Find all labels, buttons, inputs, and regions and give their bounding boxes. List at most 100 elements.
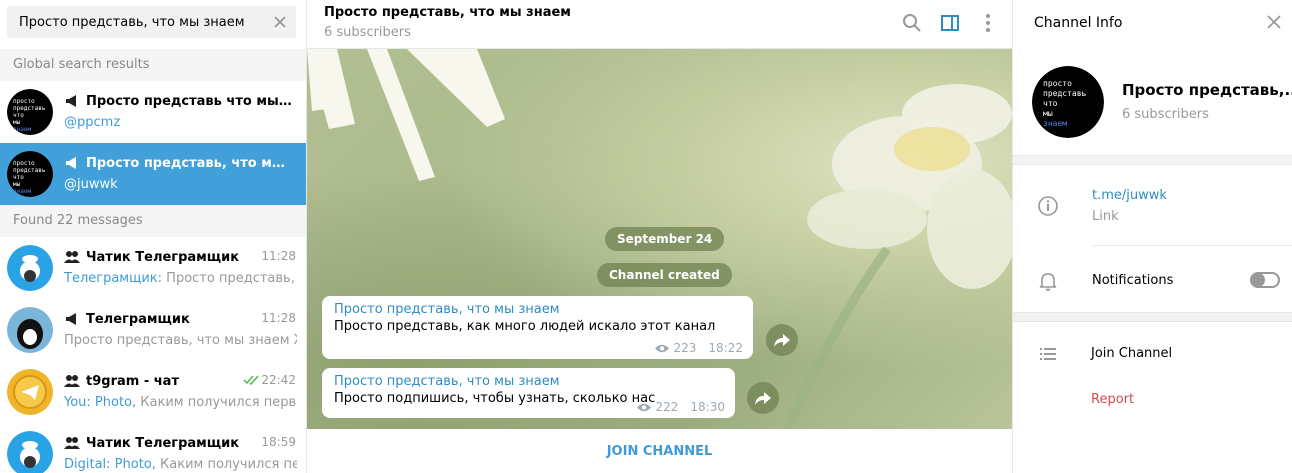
- megaphone-icon: [66, 313, 76, 325]
- bell-icon: [1039, 273, 1057, 291]
- chat-subscribers: 6 subscribers: [324, 25, 411, 40]
- notifications-toggle[interactable]: [1250, 272, 1280, 288]
- message-chat-title: Чатик Телеграмщик: [86, 435, 240, 451]
- message-views: 223: [673, 341, 697, 355]
- message-sender: Телеграмщик:: [64, 271, 163, 286]
- section-divider: [1013, 312, 1292, 322]
- message-text: Просто представь, как много людей искало…: [334, 319, 716, 334]
- message-result-row[interactable]: Чатик Телеграмщик 18:59 Digital: Photo, …: [0, 423, 306, 473]
- message-time: 18:30: [690, 400, 725, 414]
- channel-avatar: просто представь что мы знаем: [7, 151, 53, 197]
- message-preview: Просто представь, что мы знаем Ж...: [64, 333, 297, 348]
- share-icon: [755, 392, 771, 405]
- message-result-row[interactable]: Телеграмщик 11:28 Просто представь, что …: [0, 299, 306, 361]
- svg-text:представь: представь: [1043, 89, 1087, 98]
- message-time: 11:28: [261, 249, 296, 263]
- message-sender: Digital: Photo,: [64, 457, 156, 472]
- message-sender: You: Photo,: [64, 395, 137, 410]
- channel-name: Просто представь,...: [1122, 81, 1292, 99]
- eye-icon: [654, 344, 669, 352]
- section-global-results: Global search results: [0, 49, 306, 81]
- search-input[interactable]: [7, 6, 267, 38]
- channel-avatar-large[interactable]: просто представь что мы знаем: [1032, 66, 1104, 138]
- svg-text:просто: просто: [13, 160, 35, 167]
- svg-text:знаем: знаем: [13, 188, 31, 195]
- close-icon[interactable]: [272, 14, 288, 30]
- svg-text:знаем: знаем: [1043, 119, 1067, 128]
- date-separator: September 24: [605, 227, 725, 251]
- forward-button[interactable]: [747, 382, 779, 414]
- svg-text:что: что: [13, 112, 24, 119]
- chat-avatar: [7, 431, 53, 473]
- double-check-icon: [243, 375, 260, 386]
- svg-text:просто: просто: [1043, 79, 1072, 88]
- message-time: 11:28: [261, 311, 296, 325]
- avatar-logo-text: просто: [13, 98, 35, 105]
- left-sidebar: Global search results просто представь ч…: [0, 0, 307, 473]
- join-channel-button[interactable]: JOIN CHANNEL: [307, 429, 1012, 473]
- toggle-knob: [1251, 273, 1265, 287]
- info-icon: [1038, 196, 1058, 216]
- share-icon: [774, 334, 790, 347]
- row-separator: [1092, 245, 1292, 246]
- notifications-label: Notifications: [1092, 273, 1174, 288]
- eye-icon: [636, 403, 651, 411]
- service-message: Channel created: [597, 263, 732, 287]
- global-result-row-selected[interactable]: просто представь что мы знаем Просто пре…: [0, 143, 306, 205]
- report-link[interactable]: Report: [1091, 392, 1134, 407]
- group-icon: [64, 437, 80, 449]
- chat-header: Просто представь, что мы знаем 6 subscri…: [307, 0, 1012, 49]
- svg-text:что: что: [1043, 99, 1058, 108]
- result-title: Просто представь что мы знаем: [86, 93, 296, 109]
- message-time: 22:42: [261, 373, 296, 387]
- message-preview: Просто представь, что...: [166, 271, 297, 286]
- message-chat-title: Телеграмщик: [86, 311, 190, 327]
- global-result-row[interactable]: просто представь что мы знаем Просто пре…: [0, 81, 306, 143]
- group-icon: [64, 375, 80, 387]
- message-time: 18:22: [708, 341, 743, 355]
- chat-title[interactable]: Просто представь, что мы знаем: [324, 5, 571, 20]
- panel-title: Channel Info: [1034, 15, 1123, 31]
- message-chat-title: t9gram - чат: [86, 373, 179, 389]
- close-icon[interactable]: [1266, 14, 1282, 30]
- chat-avatar: [7, 369, 53, 415]
- svg-text:знаем: знаем: [13, 126, 31, 133]
- channel-link[interactable]: t.me/juwwk: [1092, 188, 1167, 203]
- message-views: 222: [655, 400, 679, 414]
- channel-info-panel: Channel Info просто представь что мы зна…: [1012, 0, 1292, 473]
- forward-button[interactable]: [766, 324, 798, 356]
- svg-text:мы: мы: [1043, 109, 1053, 118]
- result-handle: @ppcmz: [64, 115, 121, 130]
- svg-text:мы: мы: [13, 181, 21, 188]
- svg-text:что: что: [13, 174, 24, 181]
- megaphone-icon: [66, 157, 76, 169]
- message-preview: Каким получился пер...: [160, 457, 297, 472]
- section-divider: [1013, 155, 1292, 165]
- message-preview: Каким получился первы...: [140, 395, 297, 410]
- message-time: 18:59: [261, 435, 296, 449]
- message-author[interactable]: Просто представь, что мы знаем: [334, 302, 741, 317]
- message-author[interactable]: Просто представь, что мы знаем: [334, 374, 723, 389]
- section-found-messages: Found 22 messages: [0, 205, 306, 237]
- search-box: [7, 6, 296, 38]
- link-label: Link: [1092, 209, 1119, 224]
- svg-text:мы: мы: [13, 119, 21, 126]
- result-title: Просто представь, что мы зна...: [86, 155, 296, 171]
- message-result-row[interactable]: Чатик Телеграмщик 11:28 Телеграмщик: Про…: [0, 237, 306, 299]
- svg-text:представь: представь: [13, 105, 46, 112]
- message-result-row[interactable]: t9gram - чат 22:42 You: Photo, Каким пол…: [0, 361, 306, 423]
- message-bubble[interactable]: Просто представь, что мы знаем Просто по…: [322, 368, 735, 418]
- message-bubble[interactable]: Просто представь, что мы знаем Просто пр…: [322, 296, 753, 359]
- message-chat-title: Чатик Телеграмщик: [86, 249, 240, 265]
- chat-panel: Просто представь, что мы знаем 6 subscri…: [307, 0, 1012, 473]
- join-channel-link[interactable]: Join Channel: [1091, 346, 1172, 361]
- group-icon: [64, 251, 80, 263]
- svg-text:представь: представь: [13, 167, 46, 174]
- chat-avatar: [7, 245, 53, 291]
- more-vertical-icon[interactable]: [977, 12, 999, 34]
- search-icon[interactable]: [901, 12, 923, 34]
- sidebar-toggle-icon[interactable]: [939, 12, 961, 34]
- chat-background: September 24 Channel created Просто пред…: [307, 49, 1012, 429]
- channel-avatar: просто представь что мы знаем: [7, 89, 53, 135]
- list-icon: [1040, 348, 1056, 360]
